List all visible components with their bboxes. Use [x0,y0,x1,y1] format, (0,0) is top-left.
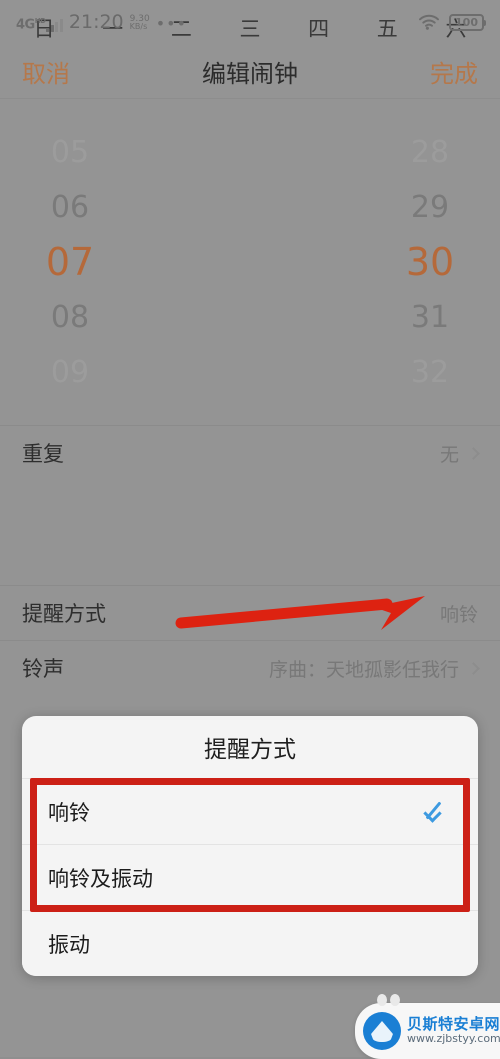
chevron-right-icon [467,661,480,675]
dialog-option-label: 响铃及振动 [48,866,153,891]
battery-indicator: 100 [449,13,486,31]
hour-option[interactable]: 06 [51,180,89,235]
hour-wheel[interactable]: 05 06 07 08 09 [0,100,250,425]
dialog-option-label: 响铃 [48,800,90,825]
hour-option[interactable]: 08 [51,290,89,345]
row-alert-type-value: 响铃 [439,603,478,626]
page-title: 编辑闹钟 [202,59,298,88]
watermark-url: www.zjbstyy.com [407,1032,500,1046]
minute-option-selected[interactable]: 30 [406,235,454,290]
dialog-option-label: 振动 [48,932,90,957]
hour-option[interactable]: 09 [51,345,89,400]
time-picker[interactable]: 05 06 07 08 09 28 29 30 31 32 [0,100,500,425]
row-alert-type[interactable]: 提醒方式 响铃 [0,585,500,640]
dialog-option-vibrate[interactable]: 振动 [22,910,478,976]
watermark-name: 贝斯特安卓网 [407,1015,500,1034]
chevron-right-icon [467,446,480,460]
row-ringtone-label: 铃声 [22,657,64,681]
minute-option[interactable]: 31 [411,290,449,345]
overflow-dots-icon: ••• [155,13,188,33]
row-alert-type-label: 提醒方式 [22,602,106,626]
row-ringtone[interactable]: 铃声 序曲：天地孤影任我行 [0,640,500,695]
signal-bars-icon [46,18,63,32]
site-watermark: 贝斯特安卓网 www.zjbstyy.com [355,994,500,1059]
wifi-icon [419,14,440,30]
dialog-title: 提醒方式 [204,737,296,763]
check-icon [426,805,452,819]
done-button[interactable]: 完成 [430,54,478,89]
minute-option[interactable]: 32 [411,345,449,400]
row-repeat[interactable]: 重复 无 [0,425,500,480]
row-repeat-label: 重复 [22,442,64,466]
network-type-label: 4G [16,17,35,33]
cellular-signal-icon: 4GHD [16,15,63,33]
minute-wheel[interactable]: 28 29 30 31 32 [250,100,500,425]
dialog-option-ring-vibrate[interactable]: 响铃及振动 [22,844,478,910]
minute-option[interactable]: 29 [411,180,449,235]
network-suffix-label: HD [34,17,46,26]
alert-type-dialog: 提醒方式 响铃 响铃及振动 振动 [22,716,478,976]
hour-option-selected[interactable]: 07 [46,235,94,290]
status-bar: 4GHD 21:20 9.30 KB/s ••• 100 [0,0,500,44]
row-repeat-value: 无 [439,443,459,466]
network-speed: 9.30 KB/s [129,14,150,32]
navigation-bar: 取消 编辑闹钟 完成 [0,44,500,99]
watermark-logo-icon [363,1012,401,1050]
watermark-ears-decoration [377,994,403,1006]
network-speed-unit: KB/s [129,21,148,31]
row-ringtone-value: 序曲：天地孤影任我行 [268,658,459,681]
hour-option[interactable]: 05 [51,125,89,180]
minute-option[interactable]: 28 [411,125,449,180]
dialog-option-ring[interactable]: 响铃 [22,778,478,844]
status-time: 21:20 [68,10,124,33]
